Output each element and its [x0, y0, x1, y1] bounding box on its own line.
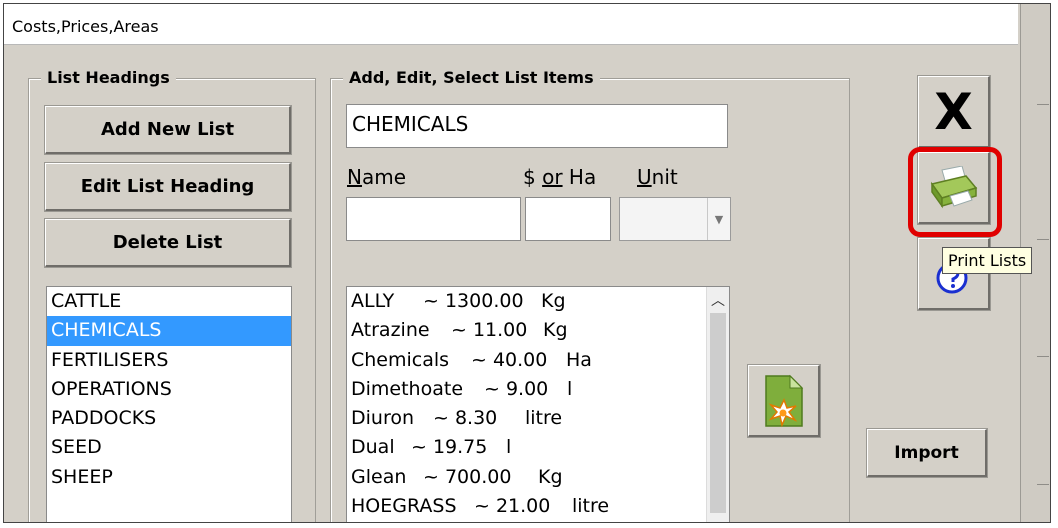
unit-label-accesskey: U [637, 165, 652, 189]
item-unit: Kg [538, 465, 563, 488]
list-item[interactable]: Glean ~ 700.00 Kg [347, 463, 729, 492]
item-unit: litre [525, 407, 563, 430]
item-unit: Kg [541, 290, 566, 312]
list-headings-listbox[interactable]: CATTLE CHEMICALS FERTILISERS OPERATIONS … [46, 286, 292, 522]
list-item[interactable]: Dimethoate ~ 9.00 l [347, 375, 729, 404]
price-label-suffix: Ha [562, 165, 597, 189]
window-title: Costs,Prices,Areas [12, 17, 159, 36]
new-item-button[interactable] [748, 365, 820, 437]
item-name: Chemicals [351, 348, 450, 371]
list-item[interactable]: SHEEP [47, 463, 291, 492]
list-item[interactable]: CATTLE [47, 287, 291, 316]
edge-divider [1037, 356, 1049, 357]
unit-select[interactable]: ▼ [619, 197, 731, 241]
item-name: Diuron [351, 407, 415, 430]
price-label-accesskey: or [542, 165, 563, 189]
list-item[interactable]: ALLY ~ 1300.00 Kg [347, 287, 729, 316]
chevron-down-icon[interactable]: ▼ [707, 198, 730, 240]
name-input[interactable] [346, 197, 521, 241]
item-unit: Kg [543, 319, 568, 342]
name-label: Name [347, 165, 406, 189]
list-item[interactable]: HOEGRASS ~ 21.00 litre [347, 492, 729, 521]
list-item-selected[interactable]: CHEMICALS [47, 316, 291, 346]
item-unit: Ha [566, 348, 592, 371]
item-price: ~ 700.00 [423, 465, 512, 488]
close-icon: X [934, 82, 973, 141]
print-lists-tooltip: Print Lists [942, 247, 1033, 274]
item-name: HOEGRASS [351, 495, 457, 518]
scrollbar-thumb[interactable] [710, 313, 726, 513]
edit-list-heading-button[interactable]: Edit List Heading [45, 163, 291, 211]
unit-label: Unit [637, 165, 678, 189]
new-document-icon [764, 374, 803, 427]
list-item[interactable]: Atrazine ~ 11.00 Kg [347, 316, 729, 345]
item-name: Glean [351, 465, 407, 488]
delete-list-button[interactable]: Delete List [45, 219, 291, 267]
list-items-listbox[interactable]: ALLY ~ 1300.00 Kg Atrazine ~ 11.00 Kg Chemic… [346, 286, 730, 522]
title-bar: Costs,Prices,Areas [4, 4, 1018, 45]
edge-divider [1037, 484, 1049, 485]
item-price: ~ 19.75 [411, 436, 488, 459]
item-unit: l [506, 436, 512, 459]
list-item[interactable]: Dual ~ 19.75 l [347, 433, 729, 462]
list-headings-label: List Headings [41, 68, 176, 87]
chevron-up-icon[interactable]: ︿ [707, 289, 729, 311]
list-items-scrollbar[interactable]: ︿ [706, 287, 729, 522]
list-items-label: Add, Edit, Select List Items [343, 68, 600, 87]
edge-divider [1037, 239, 1049, 240]
name-label-accesskey: N [347, 165, 362, 189]
list-item[interactable]: Chemicals ~ 40.00 Ha [347, 346, 729, 375]
item-price: ~ 40.00 [471, 348, 548, 371]
item-price: ~ 1300.00 [423, 290, 524, 312]
price-input[interactable] [525, 197, 611, 241]
item-price: ~ 21.00 [474, 495, 551, 518]
list-item[interactable]: PADDOCKS [47, 404, 291, 433]
list-item[interactable]: SEED [47, 433, 291, 462]
edge-divider [1037, 104, 1049, 105]
app-window: Costs,Prices,Areas List Headings Add New… [3, 3, 1051, 523]
item-name: Atrazine [351, 319, 430, 342]
list-item[interactable]: OPERATIONS [47, 375, 291, 404]
item-price: ~ 8.30 [433, 407, 498, 430]
item-unit: l [567, 377, 573, 400]
item-price: ~ 9.00 [484, 377, 549, 400]
name-label-text: ame [361, 165, 407, 189]
add-new-list-button[interactable]: Add New List [45, 106, 291, 154]
item-name: Dual [351, 436, 395, 459]
item-price: ~ 11.00 [451, 319, 528, 342]
item-name: Dimethoate [351, 377, 464, 400]
unit-label-text: nit [651, 165, 678, 189]
price-label: $ or Ha [523, 165, 596, 189]
item-unit: litre [572, 495, 610, 518]
heading-value-field[interactable]: CHEMICALS [346, 104, 728, 148]
item-name: ALLY [351, 290, 395, 312]
list-item[interactable]: Diuron ~ 8.30 litre [347, 404, 729, 433]
list-item[interactable]: FERTILISERS [47, 346, 291, 375]
price-label-prefix: $ [523, 165, 543, 189]
import-button[interactable]: Import [867, 429, 987, 477]
close-button[interactable]: X [918, 76, 990, 148]
print-button-highlight [908, 147, 1002, 237]
